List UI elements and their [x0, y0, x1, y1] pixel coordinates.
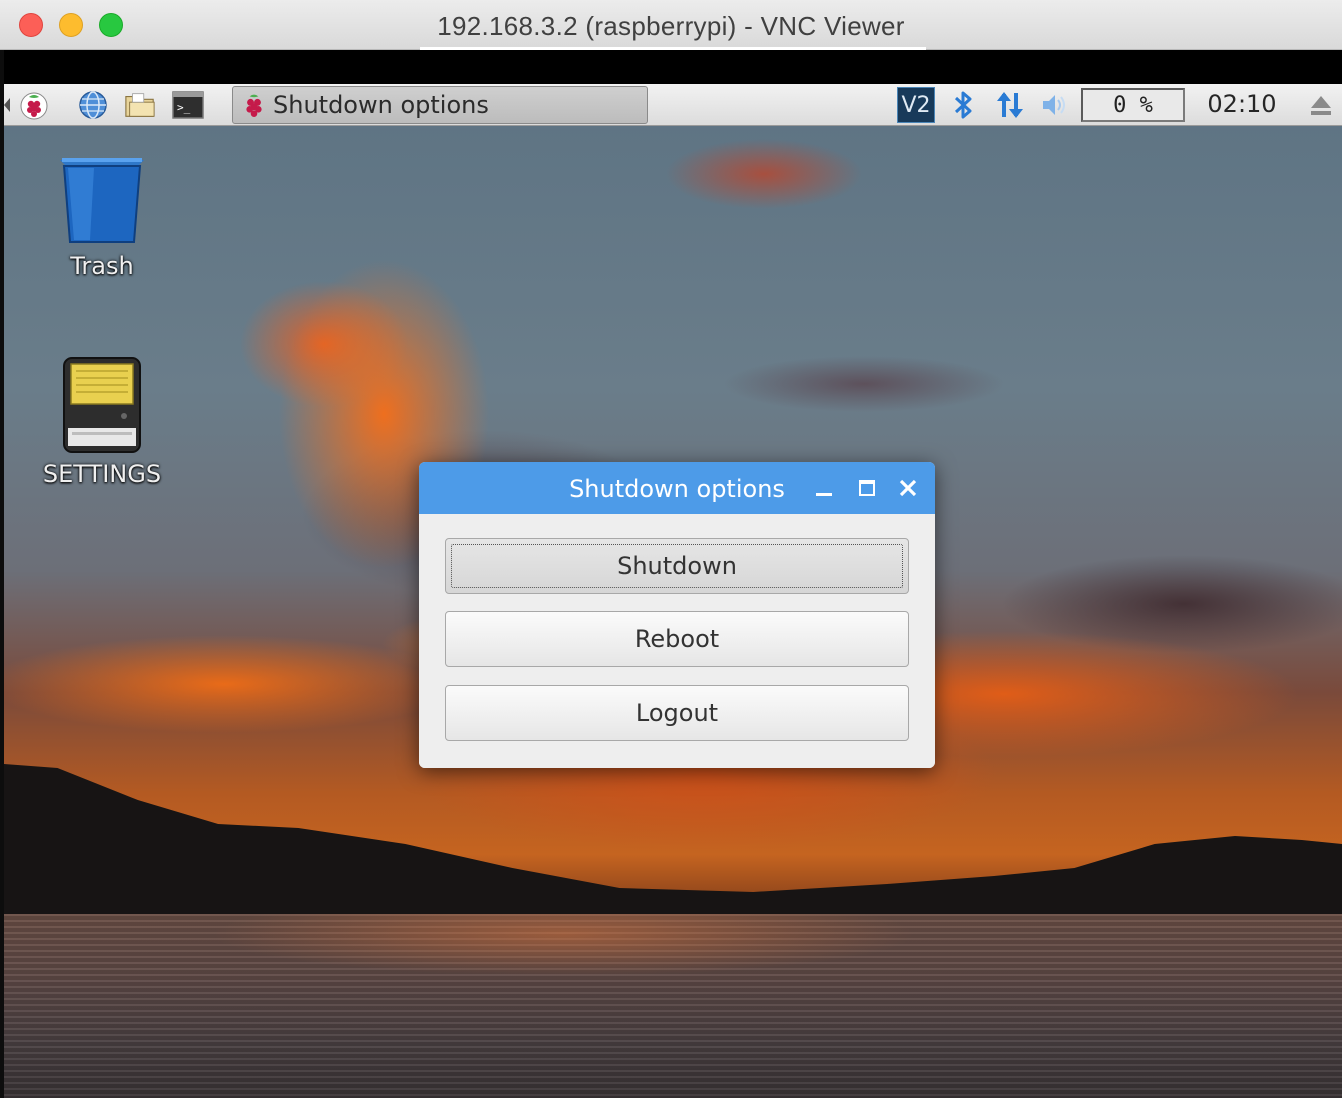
shutdown-button[interactable]: Shutdown: [445, 538, 909, 594]
vnc-window-titlebar[interactable]: 192.168.3.2 (raspberrypi) - VNC Viewer: [0, 0, 1342, 50]
desktop-icon-label: Trash: [70, 252, 134, 280]
reboot-button[interactable]: Reboot: [445, 611, 909, 667]
web-browser-icon[interactable]: [77, 89, 109, 121]
terminal-icon[interactable]: >_: [172, 89, 204, 121]
raspberry-menu-icon[interactable]: [18, 89, 50, 121]
bluetooth-icon[interactable]: [950, 89, 976, 121]
eject-icon[interactable]: [1309, 93, 1333, 117]
network-arrows-icon[interactable]: [994, 89, 1026, 121]
desktop-icon-trash[interactable]: Trash: [32, 154, 172, 280]
vnc-server-tray-icon[interactable]: V2: [897, 87, 935, 123]
taskbar-shutdown-options-button[interactable]: Shutdown options: [232, 86, 648, 124]
panel-clock[interactable]: 02:10: [1194, 90, 1290, 120]
maximize-icon[interactable]: [855, 476, 879, 500]
svg-text:>_: >_: [177, 101, 191, 114]
desktop-icon-label: SETTINGS: [42, 460, 162, 488]
dialog-titlebar[interactable]: Shutdown options: [419, 462, 935, 514]
vnc-toolbar-band: [4, 50, 1342, 84]
taskbar-task-label: Shutdown options: [273, 91, 489, 119]
wallpaper-lake-glow: [4, 914, 1342, 1098]
close-icon[interactable]: [896, 476, 920, 500]
volume-icon[interactable]: [1040, 91, 1068, 119]
remote-desktop[interactable]: >_ Shutdown options V2 0 % 02:10 Trash S…: [4, 84, 1342, 1098]
minimize-icon[interactable]: [812, 476, 836, 500]
raspberry-app-icon: [239, 90, 269, 120]
desktop-icon-settings[interactable]: SETTINGS: [32, 356, 172, 488]
panel-scroll-left-icon[interactable]: [4, 98, 10, 112]
logout-button[interactable]: Logout: [445, 685, 909, 741]
file-manager-icon[interactable]: [124, 89, 156, 121]
shutdown-options-dialog: Shutdown options Shutdown Reboot Logout: [419, 462, 935, 768]
lxde-taskbar: >_ Shutdown options V2 0 % 02:10: [4, 84, 1342, 126]
dialog-body: Shutdown Reboot Logout: [419, 514, 935, 768]
cpu-usage-monitor: 0 %: [1081, 88, 1185, 122]
vnc-tray-label: V2: [901, 92, 931, 118]
sd-card-icon: [63, 357, 141, 453]
window-title: 192.168.3.2 (raspberrypi) - VNC Viewer: [437, 11, 905, 41]
cpu-usage-value: 0 %: [1113, 92, 1153, 118]
trash-icon: [60, 158, 144, 243]
